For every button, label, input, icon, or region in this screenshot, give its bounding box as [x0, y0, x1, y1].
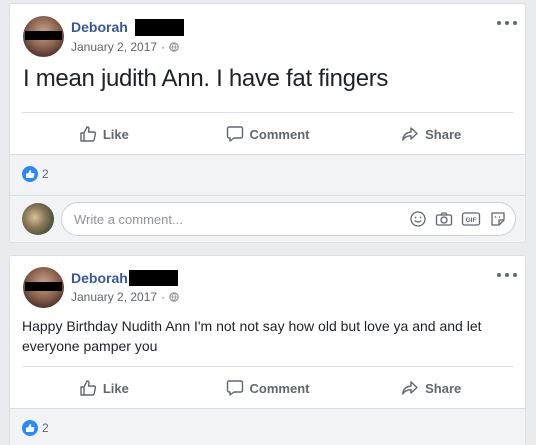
like-label: Like — [102, 126, 129, 142]
meta-separator: · — [161, 290, 166, 304]
author-name[interactable]: Deborah — [71, 19, 128, 35]
name-redaction — [129, 270, 178, 286]
comment-tools: GIF — [409, 210, 507, 228]
post-date[interactable]: January 2, 2017 — [71, 40, 157, 54]
like-thumb-icon — [80, 126, 96, 142]
comment-label: Comment — [249, 126, 310, 142]
comment-icon — [226, 126, 243, 142]
sticker-icon[interactable] — [489, 210, 507, 228]
reactions-bar[interactable]: 2 — [10, 408, 525, 445]
reaction-count[interactable]: 2 — [42, 421, 49, 435]
name-redaction — [135, 19, 184, 36]
action-bar: Like Comment Share — [22, 366, 513, 409]
post-text: Happy Birthday Nudith Ann I'm not not sa… — [22, 318, 482, 354]
comment-button[interactable]: Comment — [186, 113, 350, 155]
camera-icon[interactable] — [435, 210, 453, 228]
share-label: Share — [425, 126, 462, 142]
like-label: Like — [102, 380, 129, 396]
share-button[interactable]: Share — [349, 113, 513, 155]
meta-separator: · — [161, 40, 166, 54]
post-text: I mean judith Ann. I have fat fingers — [23, 65, 389, 92]
comment-placeholder: Write a comment... — [74, 212, 183, 227]
share-icon — [402, 127, 418, 141]
post-meta: January 2, 2017 · — [71, 40, 179, 54]
share-button[interactable]: Share — [349, 367, 513, 409]
svg-text:GIF: GIF — [466, 217, 477, 224]
avatar[interactable] — [23, 267, 64, 308]
like-reaction-icon — [22, 166, 38, 182]
post-card: Deborah January 2, 2017 · Happy Birthday… — [9, 255, 526, 445]
comment-label: Comment — [249, 380, 310, 396]
post-date[interactable]: January 2, 2017 — [71, 290, 157, 304]
globe-icon — [169, 42, 179, 52]
gif-icon[interactable]: GIF — [461, 210, 481, 228]
more-options-icon[interactable] — [497, 17, 517, 29]
globe-icon — [169, 292, 179, 302]
reactions-bar[interactable]: 2 — [10, 154, 525, 195]
redaction-bar — [25, 31, 62, 40]
comment-composer: Write a comment... GIF — [10, 195, 525, 242]
share-label: Share — [425, 380, 462, 396]
comment-button[interactable]: Comment — [186, 367, 350, 409]
like-thumb-icon — [80, 380, 96, 396]
action-bar: Like Comment Share — [22, 112, 513, 155]
comment-input[interactable]: Write a comment... GIF — [61, 202, 516, 236]
avatar[interactable] — [23, 16, 64, 57]
comment-icon — [226, 380, 243, 396]
redaction-bar — [25, 282, 62, 291]
like-reaction-icon — [22, 420, 38, 436]
commenter-avatar[interactable] — [22, 203, 54, 235]
author-name[interactable]: Deborah — [71, 270, 128, 286]
emoji-icon[interactable] — [409, 210, 427, 228]
share-icon — [402, 381, 418, 395]
reaction-count[interactable]: 2 — [42, 167, 49, 181]
post-meta: January 2, 2017 · — [71, 290, 179, 304]
like-button[interactable]: Like — [22, 113, 186, 155]
more-options-icon[interactable] — [497, 269, 517, 281]
post-card: Deborah January 2, 2017 · I mean judith … — [9, 3, 526, 243]
like-button[interactable]: Like — [22, 367, 186, 409]
